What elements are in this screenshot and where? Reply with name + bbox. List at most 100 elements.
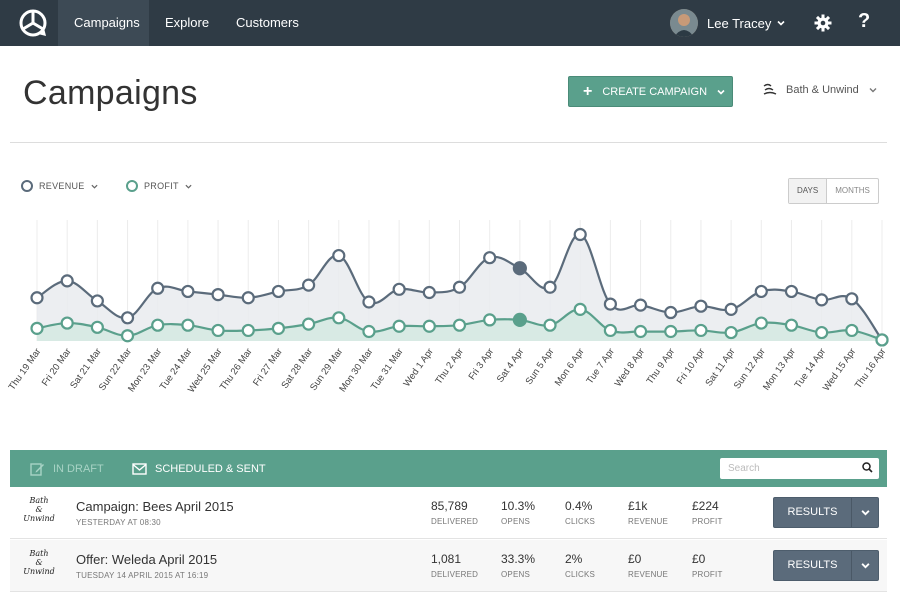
campaign-date: YESTERDAY AT 08:30 — [76, 518, 161, 527]
results-dropdown[interactable] — [852, 551, 878, 580]
stat-label: REVENUE — [628, 570, 669, 579]
data-point-revenue — [694, 299, 708, 313]
results-label[interactable]: RESULTS — [774, 551, 852, 580]
nav-tab-campaigns[interactable]: Campaigns — [58, 0, 149, 46]
data-point-profit — [543, 318, 557, 332]
stat-opens: 33.3% OPENS — [501, 552, 535, 579]
data-point-revenue — [362, 295, 376, 309]
toggle-days[interactable]: DAYS — [789, 179, 828, 203]
data-point-profit — [181, 318, 195, 332]
campaign-name[interactable]: Offer: Weleda April 2015 — [76, 552, 217, 567]
data-point-revenue — [724, 302, 738, 316]
data-point-revenue — [271, 284, 286, 299]
data-point-profit — [332, 311, 346, 325]
x-tick-label: Fri 20 Mar — [40, 346, 74, 388]
data-point-revenue — [512, 261, 527, 276]
chevron-down-icon — [185, 184, 192, 189]
tab-scheduled-sent-label: SCHEDULED & SENT — [155, 462, 266, 475]
data-point-revenue — [543, 280, 557, 294]
stat-value: 85,789 — [431, 499, 468, 513]
data-point-profit — [573, 302, 587, 316]
data-point-profit — [362, 324, 376, 339]
x-tick-label: Sun 5 Apr — [524, 346, 557, 386]
data-point-profit — [120, 329, 135, 343]
period-toggle: DAYS MONTHS — [788, 178, 879, 204]
chevron-down-icon — [860, 510, 870, 516]
stat-value: £1k — [628, 499, 648, 513]
stat-label: DELIVERED — [431, 517, 479, 526]
brand-logo-icon — [763, 83, 777, 95]
table-row[interactable]: Bath & Unwind Offer: Weleda April 2015 TUE… — [10, 540, 887, 592]
divider — [10, 142, 887, 143]
user-menu[interactable]: Lee Tracey — [670, 8, 785, 38]
stat-value: £0 — [692, 552, 706, 566]
help-icon[interactable]: ? — [858, 10, 870, 33]
legend-revenue[interactable]: REVENUE — [21, 180, 98, 192]
mail-icon — [132, 462, 147, 475]
data-point-profit — [392, 319, 406, 333]
data-point-profit — [633, 324, 648, 339]
brand-label: Bath & Unwind — [786, 84, 859, 96]
edit-icon — [30, 462, 44, 476]
revenue-ring-icon — [21, 180, 33, 192]
data-point-profit — [694, 323, 708, 338]
stat-label: PROFIT — [692, 517, 723, 526]
search-input[interactable] — [720, 458, 879, 479]
brand-logo-icon: Bath & Unwind — [23, 549, 55, 576]
campaign-name[interactable]: Campaign: Bees April 2015 — [76, 499, 234, 514]
results-label[interactable]: RESULTS — [774, 498, 852, 527]
brand-select[interactable]: Bath & Unwind — [762, 82, 877, 98]
app-logo-icon[interactable] — [18, 8, 48, 38]
data-point-revenue — [483, 251, 497, 265]
stat-value: 10.3% — [501, 499, 536, 513]
data-point-profit — [302, 317, 316, 331]
stat-label: CLICKS — [565, 517, 596, 526]
tab-in-draft[interactable]: IN DRAFT — [30, 450, 104, 487]
data-point-revenue — [754, 284, 768, 299]
x-tick-label: Thu 9 Apr — [645, 346, 678, 386]
stat-label: DELIVERED — [431, 570, 479, 579]
stat-clicks: 0.4% CLICKS — [565, 499, 595, 526]
data-point-profit — [483, 313, 497, 327]
user-name: Lee Tracey — [707, 15, 772, 31]
data-point-profit — [151, 318, 165, 332]
nav-tab-customers[interactable]: Customers — [220, 0, 315, 46]
toggle-months[interactable]: MONTHS — [827, 179, 878, 203]
stat-label: CLICKS — [565, 570, 596, 579]
data-point-profit — [754, 316, 768, 330]
stat-value: 0.4% — [565, 499, 593, 513]
data-point-profit — [724, 325, 738, 340]
x-tick-label: Sat 4 Apr — [495, 346, 526, 384]
x-tick-label: Fri 10 Apr — [675, 346, 708, 386]
create-campaign-button[interactable]: + CREATE CAMPAIGN — [568, 76, 733, 107]
tab-in-draft-label: IN DRAFT — [53, 462, 104, 475]
chevron-down-icon — [860, 563, 870, 569]
results-button[interactable]: RESULTS — [773, 497, 879, 528]
data-point-profit — [211, 323, 225, 338]
data-point-profit — [241, 323, 255, 338]
data-point-revenue — [241, 291, 255, 305]
results-button[interactable]: RESULTS — [773, 550, 879, 581]
table-row[interactable]: Bath & Unwind Campaign: Bees April 2015 YE… — [10, 487, 887, 539]
chevron-down-icon — [869, 88, 877, 93]
data-point-revenue — [845, 292, 859, 306]
page-title: Campaigns — [23, 74, 198, 112]
results-dropdown[interactable] — [852, 498, 878, 527]
x-tick-label: Wed 1 Apr — [401, 346, 435, 389]
stat-opens: 10.3% OPENS — [501, 499, 535, 526]
stat-clicks: 2% CLICKS — [565, 552, 595, 579]
data-point-revenue — [603, 297, 617, 311]
legend-profit[interactable]: PROFIT — [126, 180, 192, 192]
data-point-profit — [271, 321, 286, 335]
data-point-profit — [452, 318, 467, 332]
search-icon[interactable] — [862, 462, 873, 473]
gear-icon[interactable] — [814, 14, 832, 32]
tab-scheduled-sent[interactable]: SCHEDULED & SENT — [132, 450, 266, 487]
data-point-revenue — [60, 274, 74, 288]
create-campaign-label: CREATE CAMPAIGN — [602, 85, 708, 98]
data-point-revenue — [332, 248, 346, 263]
x-tick-label: Thu 16 Apr — [853, 346, 889, 390]
top-nav: Campaigns Explore Customers Lee Tracey ? — [0, 0, 900, 46]
nav-tab-explore[interactable]: Explore — [149, 0, 225, 46]
data-point-revenue — [120, 311, 135, 325]
